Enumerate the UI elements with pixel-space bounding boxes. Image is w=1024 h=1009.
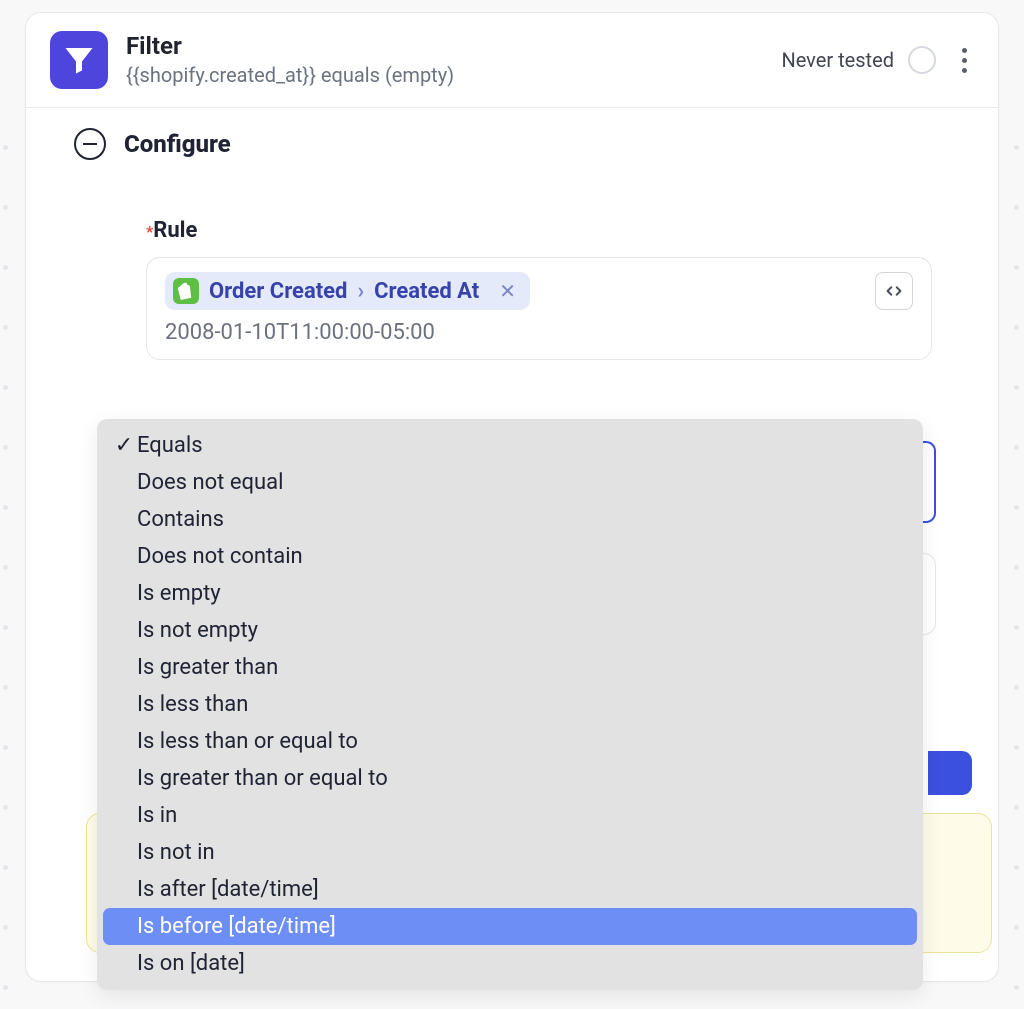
operator-option[interactable]: Does not contain — [103, 538, 917, 575]
section-title: Configure — [124, 130, 231, 158]
field-chip[interactable]: Order Created › Created At ✕ — [165, 272, 530, 310]
operator-option-label: Is not in — [137, 840, 215, 865]
primary-button-peek[interactable] — [928, 751, 972, 795]
operator-option-label: Is after [date/time] — [137, 877, 319, 902]
operator-dropdown: ✓Equals Does not equal Contains Does not co… — [97, 419, 923, 990]
operator-option[interactable]: Is before [date/time] — [103, 908, 917, 945]
operator-option-label: Is before [date/time] — [137, 914, 336, 939]
operator-option[interactable]: ✓Equals — [103, 427, 917, 464]
card-header: Filter {{shopify.created_at}} equals (em… — [26, 13, 998, 108]
test-status-label: Never tested — [781, 48, 894, 72]
filter-icon — [50, 31, 108, 89]
operator-option[interactable]: Is not in — [103, 834, 917, 871]
operator-option[interactable]: Is on [date] — [103, 945, 917, 982]
operator-option[interactable]: Is greater than — [103, 649, 917, 686]
shopify-icon — [173, 278, 199, 304]
card-subtitle: {{shopify.created_at}} equals (empty) — [126, 63, 781, 87]
rule-label-row: *Rule — [146, 218, 932, 243]
rule-value: 2008-01-10T11:00:00-05:00 — [147, 316, 931, 359]
operator-option[interactable]: Is not empty — [103, 612, 917, 649]
operator-option-label: Is empty — [137, 581, 221, 606]
operator-option-label: Equals — [137, 433, 203, 458]
rule-chip-row: Order Created › Created At ✕ — [147, 258, 931, 316]
checkmark-icon: ✓ — [113, 433, 135, 458]
operator-option[interactable]: Is greater than or equal to — [103, 760, 917, 797]
chevron-right-icon: › — [357, 279, 364, 304]
test-status-indicator — [908, 46, 936, 74]
operator-option-label: Is greater than or equal to — [137, 766, 388, 791]
operator-option-label: Is in — [137, 803, 177, 828]
rule-label: Rule — [153, 218, 197, 243]
configure-body: *Rule Order Created › Created At ✕ — [74, 160, 950, 360]
chip-source: Order Created — [209, 279, 347, 304]
configure-section: Configure *Rule Order Created › — [26, 108, 998, 360]
minus-icon — [83, 143, 97, 146]
operator-option-label: Is less than or equal to — [137, 729, 358, 754]
more-menu-button[interactable] — [954, 48, 974, 73]
code-mode-button[interactable] — [875, 272, 913, 310]
operator-option-label: Does not equal — [137, 470, 283, 495]
operator-option[interactable]: Contains — [103, 501, 917, 538]
operator-option[interactable]: Is empty — [103, 575, 917, 612]
operator-option[interactable]: Is less than or equal to — [103, 723, 917, 760]
operator-option-label: Does not contain — [137, 544, 303, 569]
remove-chip-button[interactable]: ✕ — [499, 279, 516, 303]
operator-option-label: Is greater than — [137, 655, 278, 680]
operator-option-label: Is less than — [137, 692, 248, 717]
operator-option[interactable]: Is in — [103, 797, 917, 834]
rule-input-box[interactable]: Order Created › Created At ✕ 2008-01-10T… — [146, 257, 932, 360]
card-title: Filter — [126, 33, 781, 59]
operator-option-label: Is not empty — [137, 618, 258, 643]
operator-option[interactable]: Is after [date/time] — [103, 871, 917, 908]
operator-option[interactable]: Is less than — [103, 686, 917, 723]
operator-option-label: Contains — [137, 507, 224, 532]
operator-option[interactable]: Does not equal — [103, 464, 917, 501]
chip-field: Created At — [374, 279, 479, 304]
title-block: Filter {{shopify.created_at}} equals (em… — [126, 33, 781, 87]
collapse-button[interactable] — [74, 128, 106, 160]
operator-option-label: Is on [date] — [137, 951, 245, 976]
